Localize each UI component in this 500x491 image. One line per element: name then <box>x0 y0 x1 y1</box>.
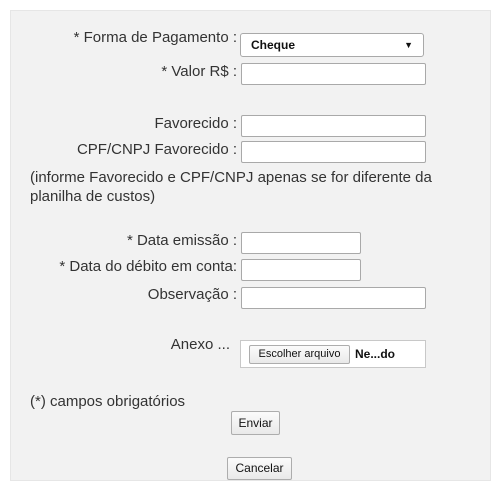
payee-input[interactable] <box>241 115 426 137</box>
file-name: Ne...do <box>355 347 396 361</box>
required-fields-note: (*) campos obrigatórios <box>30 393 186 410</box>
attachment-label: Anexo ... <box>170 336 230 353</box>
file-input[interactable]: Escolher arquivo Ne...do <box>240 340 426 368</box>
cancel-button[interactable]: Cancelar <box>227 457 292 480</box>
form-panel: * Forma de Pagamento : Cheque ▼ * Valor … <box>10 10 491 481</box>
amount-label: * Valor R$ : <box>161 63 237 80</box>
observation-label: Observação : <box>147 286 237 303</box>
payment-method-label: * Forma de Pagamento : <box>73 29 237 46</box>
payee-doc-input[interactable] <box>241 141 426 163</box>
payee-doc-label: CPF/CNPJ Favorecido : <box>76 141 237 158</box>
choose-file-button[interactable]: Escolher arquivo <box>249 345 350 364</box>
chevron-down-icon: ▼ <box>404 40 413 50</box>
issue-date-label: * Data emissão : <box>126 232 237 249</box>
debit-date-input[interactable] <box>241 259 361 281</box>
amount-input[interactable] <box>241 63 426 85</box>
payee-label: Favorecido : <box>154 115 237 132</box>
submit-button[interactable]: Enviar <box>231 411 280 435</box>
payment-method-value: Cheque <box>251 38 296 52</box>
observation-input[interactable] <box>241 287 426 309</box>
payee-note: (informe Favorecido e CPF/CNPJ apenas se… <box>30 169 432 205</box>
debit-date-label: * Data do débito em conta: <box>59 258 237 275</box>
payment-method-select[interactable]: Cheque ▼ <box>240 33 424 57</box>
issue-date-input[interactable] <box>241 232 361 254</box>
